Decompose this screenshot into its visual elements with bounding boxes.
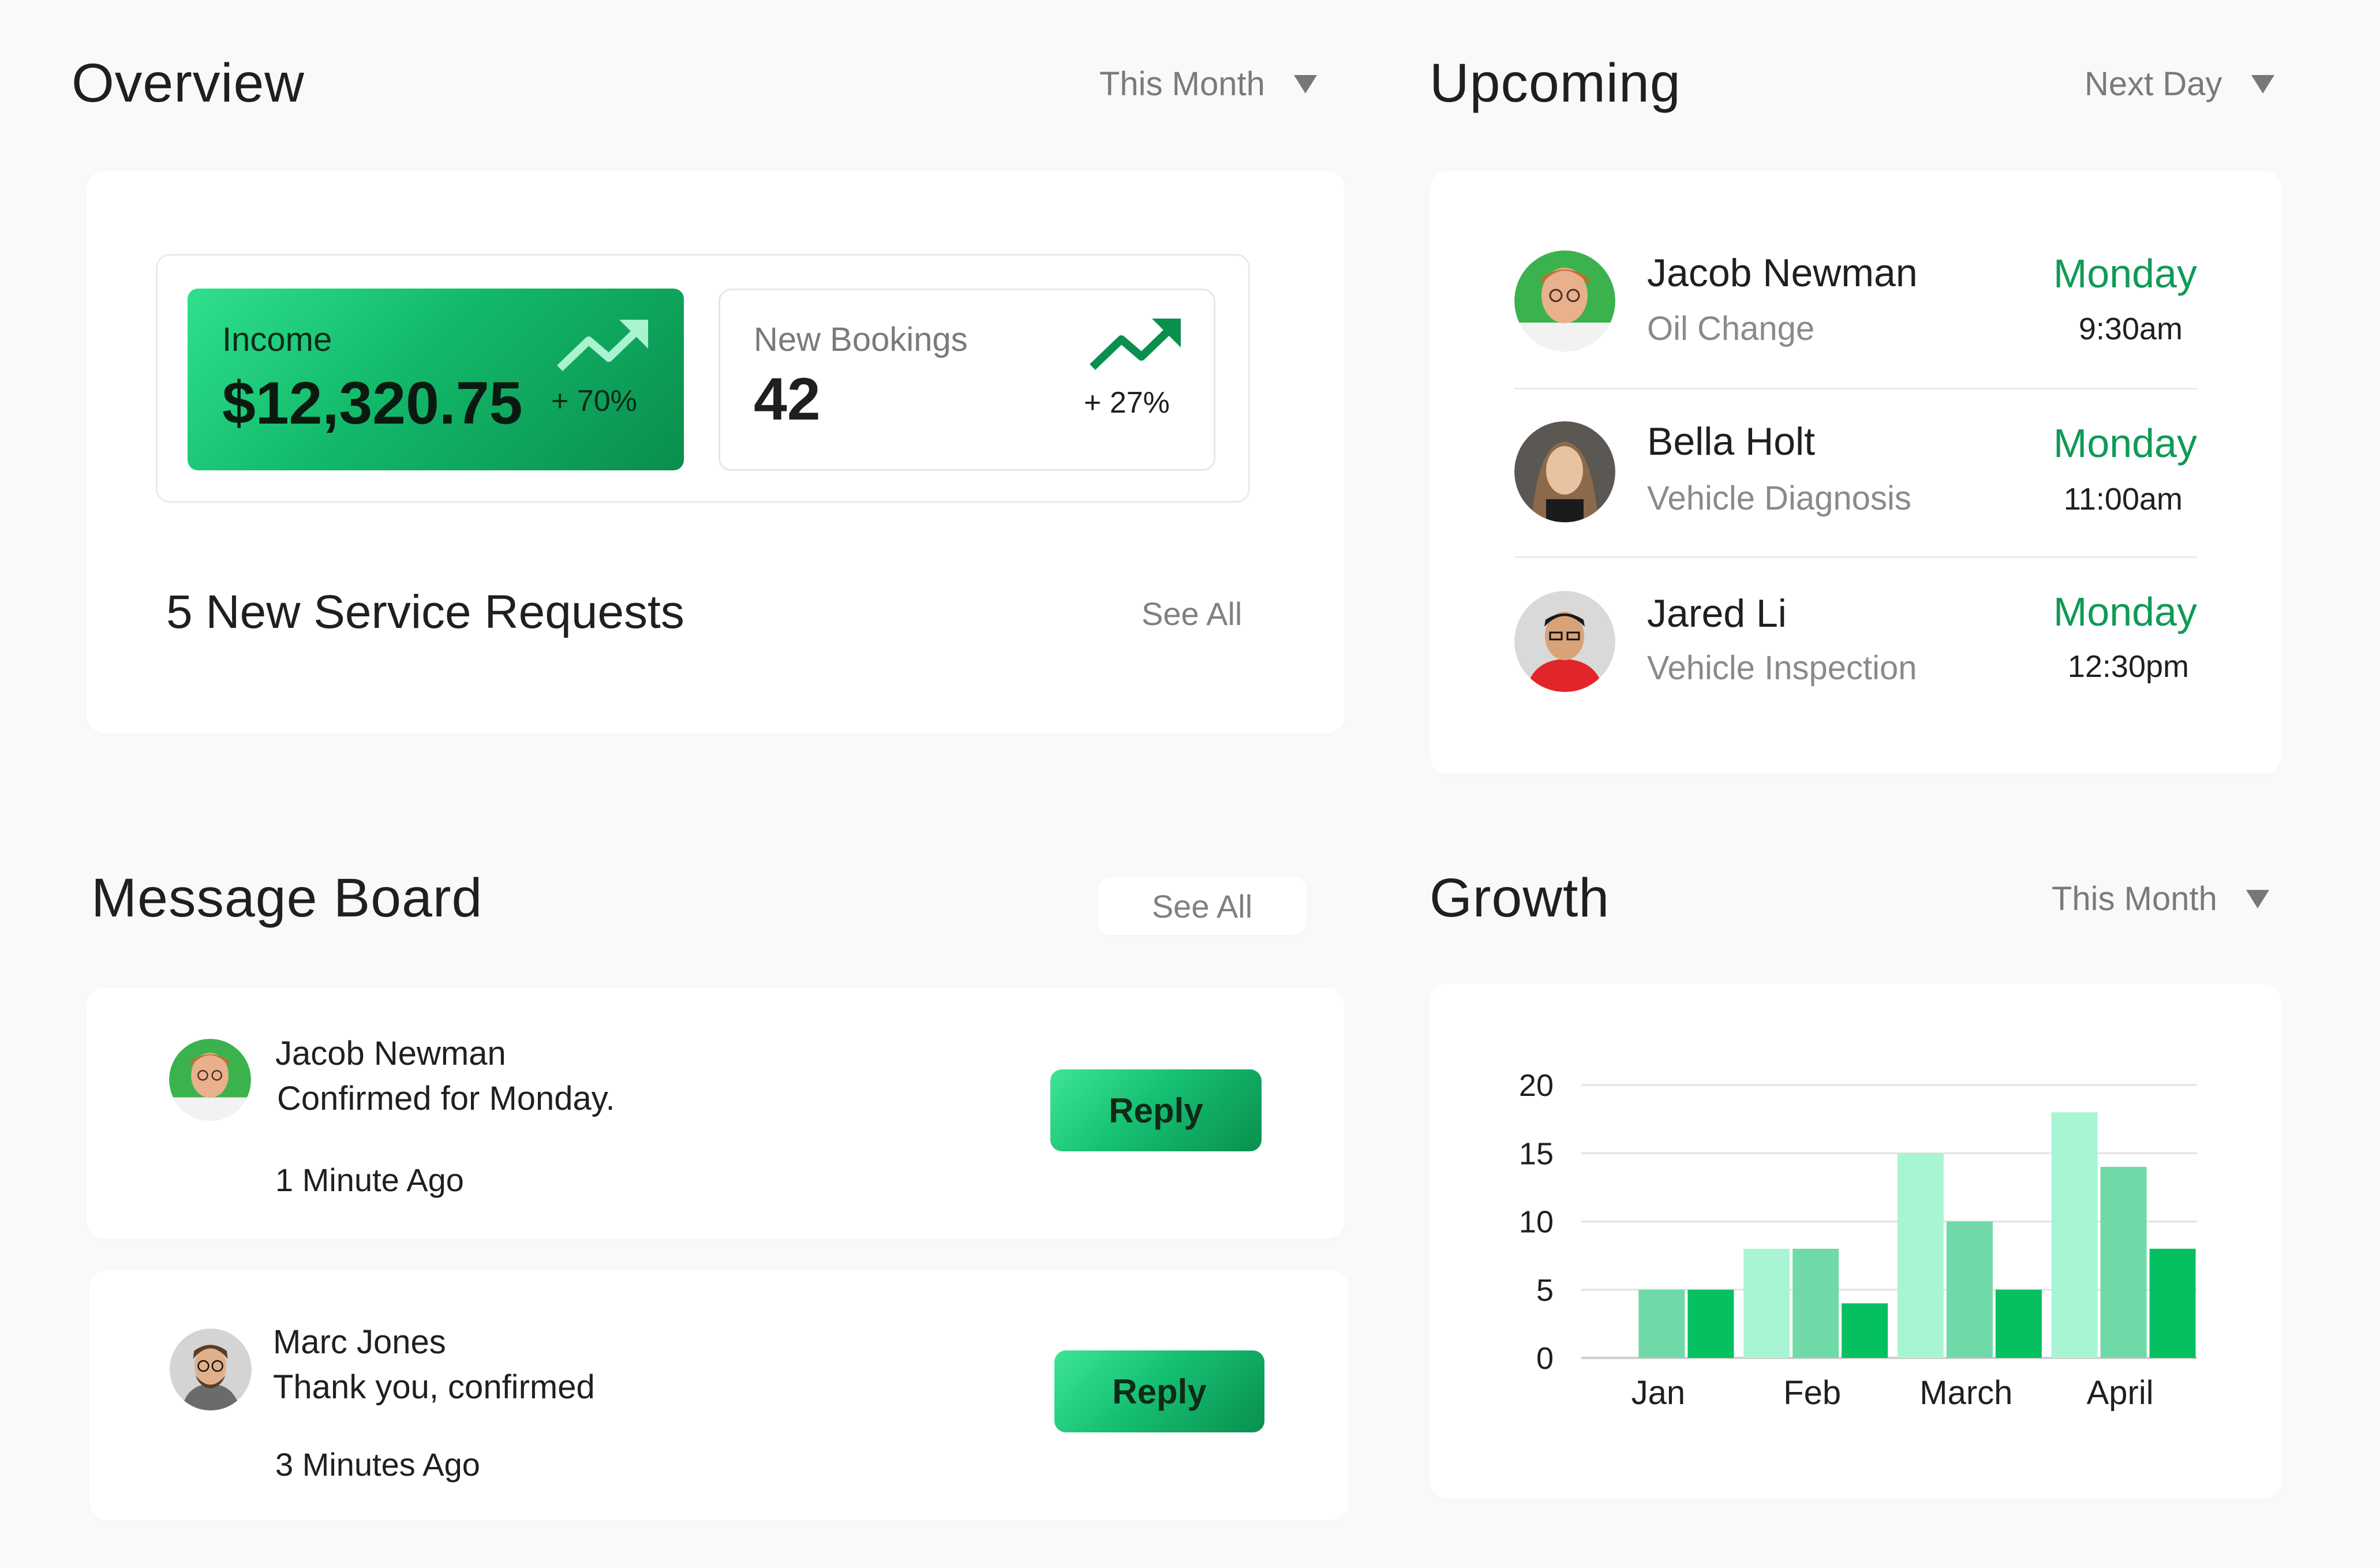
upcoming-item[interactable]: Jacob Newman Oil Change Monday 9:30am xyxy=(1514,250,2197,354)
growth-period-label: This Month xyxy=(2052,880,2217,918)
upcoming-title: Upcoming xyxy=(1430,53,1681,114)
dashboard: Overview This Month Income $12,320.75 + … xyxy=(0,0,2380,1568)
y-tick-label: 10 xyxy=(1519,1205,1554,1240)
overview-title: Overview xyxy=(72,53,305,114)
y-tick-label: 15 xyxy=(1519,1136,1554,1171)
divider xyxy=(1514,556,2197,558)
reply-button[interactable]: Reply xyxy=(1050,1069,1262,1151)
upcoming-day: Monday xyxy=(2053,251,2197,296)
income-label: Income xyxy=(222,321,332,358)
trend-up-icon xyxy=(557,320,648,372)
bar xyxy=(1842,1303,1888,1358)
y-tick-label: 20 xyxy=(1519,1068,1554,1103)
reply-button[interactable]: Reply xyxy=(1054,1350,1264,1432)
overview-period-dropdown[interactable]: This Month xyxy=(1099,65,1317,103)
avatar xyxy=(1514,591,1615,692)
overview-period-label: This Month xyxy=(1099,65,1265,103)
avatar xyxy=(170,1329,252,1410)
upcoming-day: Monday xyxy=(2053,421,2197,466)
x-tick-label: Jan xyxy=(1631,1374,1686,1412)
message-time: 1 Minute Ago xyxy=(275,1162,464,1198)
growth-card: 0 5 10 15 20 Jan Feb March April xyxy=(1430,984,2282,1499)
bar xyxy=(1743,1248,1790,1358)
message-text: Confirmed for Monday. xyxy=(277,1080,615,1117)
upcoming-period-dropdown[interactable]: Next Day xyxy=(2085,65,2274,103)
bookings-card[interactable]: New Bookings 42 + 27% xyxy=(719,289,1215,471)
overview-card: Income $12,320.75 + 70% New Bookings 42 … xyxy=(87,171,1345,734)
y-tick-label: 0 xyxy=(1536,1341,1554,1376)
upcoming-service: Vehicle Diagnosis xyxy=(1647,480,1911,517)
messages-see-all-button[interactable]: See All xyxy=(1098,877,1307,935)
bar xyxy=(1793,1248,1839,1358)
upcoming-service: Vehicle Inspection xyxy=(1647,649,1917,687)
avatar xyxy=(1514,421,1615,522)
bar xyxy=(1897,1153,1944,1358)
message-card: Marc Jones Thank you, confirmed 3 Minute… xyxy=(89,1270,1349,1521)
message-board-title: Message Board xyxy=(91,867,483,929)
stats-frame: Income $12,320.75 + 70% New Bookings 42 … xyxy=(156,254,1250,503)
bar xyxy=(1995,1289,2042,1358)
bar xyxy=(2149,1248,2196,1358)
income-change: + 70% xyxy=(551,384,637,418)
income-value: $12,320.75 xyxy=(222,370,523,437)
bookings-value: 42 xyxy=(754,366,821,433)
bookings-label: New Bookings xyxy=(754,321,968,358)
x-tick-label: April xyxy=(2087,1374,2154,1412)
upcoming-name: Jacob Newman xyxy=(1647,251,1918,295)
upcoming-day: Monday xyxy=(2053,589,2197,634)
caret-down-icon xyxy=(2246,889,2269,908)
caret-down-icon xyxy=(1293,74,1317,93)
upcoming-time: 11:00am xyxy=(2063,482,2183,517)
bar xyxy=(1946,1221,1993,1358)
growth-period-dropdown[interactable]: This Month xyxy=(2052,880,2269,918)
x-tick-label: March xyxy=(1919,1374,2012,1412)
message-time: 3 Minutes Ago xyxy=(275,1446,480,1483)
requests-see-all-link[interactable]: See All xyxy=(1142,595,1242,633)
service-requests-text: 5 New Service Requests xyxy=(166,586,684,638)
bar xyxy=(1687,1289,1734,1358)
upcoming-time: 12:30pm xyxy=(2067,649,2189,684)
messages-see-all-label: See All xyxy=(1151,888,1253,925)
upcoming-name: Jared Li xyxy=(1647,592,1787,635)
upcoming-item[interactable]: Bella Holt Vehicle Diagnosis Monday 11:0… xyxy=(1514,420,2197,525)
bar xyxy=(2100,1166,2147,1358)
bar xyxy=(2051,1112,2098,1358)
avatar xyxy=(169,1039,251,1121)
growth-bar-chart: 0 5 10 15 20 Jan Feb March April xyxy=(1519,1068,2197,1412)
growth-title: Growth xyxy=(1430,867,1610,929)
upcoming-item[interactable]: Jared Li Vehicle Inspection Monday 12:30… xyxy=(1514,589,2197,695)
bookings-change: + 27% xyxy=(1084,386,1170,420)
x-tick-label: Feb xyxy=(1783,1374,1841,1412)
upcoming-card: Jacob Newman Oil Change Monday 9:30am Be… xyxy=(1430,171,2282,774)
y-tick-label: 5 xyxy=(1536,1273,1554,1308)
message-text: Thank you, confirmed xyxy=(273,1368,595,1406)
avatar xyxy=(1514,250,1615,351)
divider xyxy=(1514,388,2197,390)
message-sender: Jacob Newman xyxy=(275,1035,506,1072)
upcoming-period-label: Next Day xyxy=(2085,65,2222,103)
trend-up-icon xyxy=(1090,319,1181,371)
upcoming-name: Bella Holt xyxy=(1647,420,1816,463)
message-sender: Marc Jones xyxy=(273,1323,446,1361)
upcoming-service: Oil Change xyxy=(1647,310,1815,347)
message-card: Jacob Newman Confirmed for Monday. 1 Min… xyxy=(87,988,1345,1239)
bar xyxy=(1638,1289,1685,1358)
upcoming-time: 9:30am xyxy=(2078,312,2183,346)
income-card[interactable]: Income $12,320.75 + 70% xyxy=(188,289,684,470)
caret-down-icon xyxy=(2251,74,2274,93)
